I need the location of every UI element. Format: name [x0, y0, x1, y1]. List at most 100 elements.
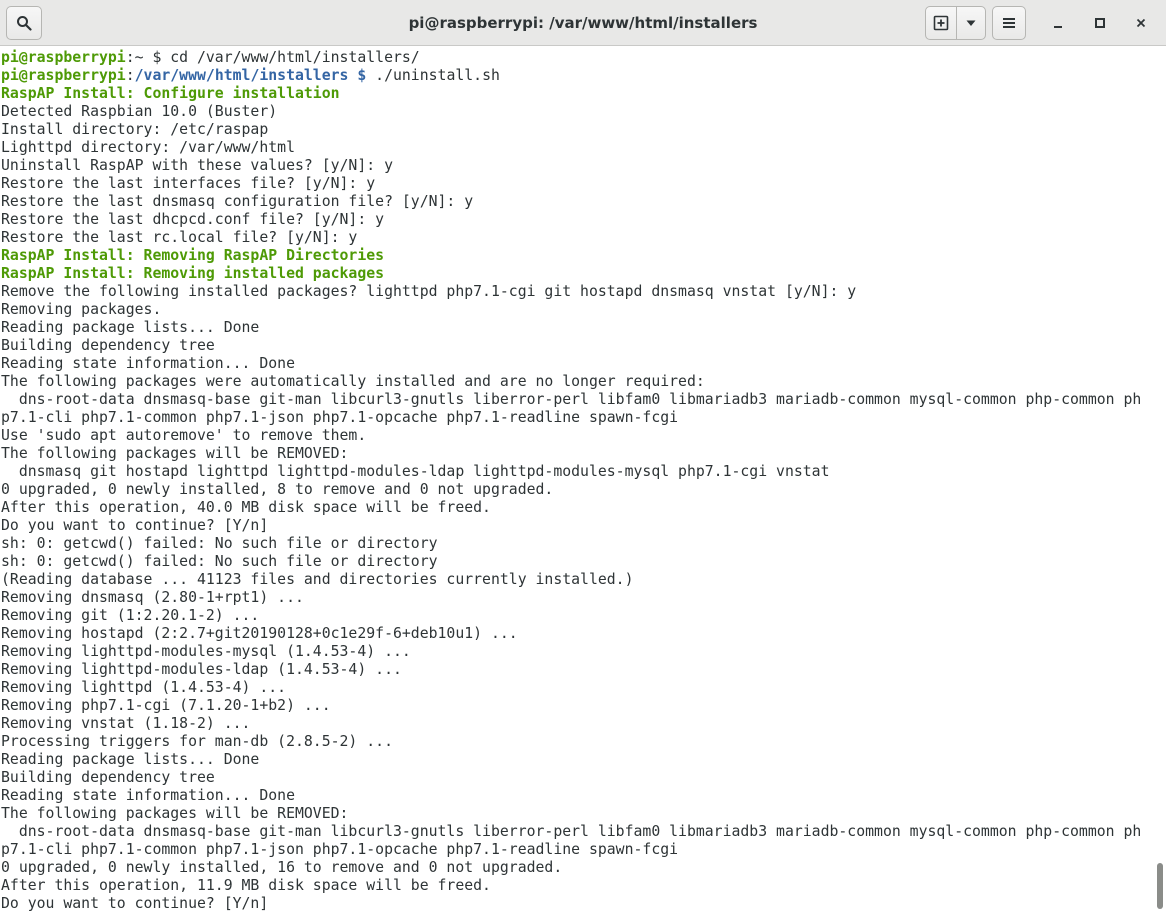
terminal-text-segment: Use 'sudo apt autoremove' to remove them… [1, 427, 367, 444]
terminal-line: Reading state information... Done [1, 787, 1154, 805]
terminal-text-segment: dnsmasq git hostapd lighttpd lighttpd-mo… [1, 463, 830, 480]
terminal-line: Remove the following installed packages?… [1, 283, 1154, 301]
terminal-text-segment: Detected Raspbian 10.0 (Buster) [1, 103, 278, 120]
search-button[interactable] [6, 6, 42, 40]
terminal-line: Building dependency tree [1, 769, 1154, 787]
maximize-button[interactable] [1083, 6, 1117, 40]
terminal-line: Removing packages. [1, 301, 1154, 319]
terminal-text-segment: RaspAP Install: Configure installation [1, 85, 340, 102]
terminal-text-segment: Reading package lists... Done [1, 751, 260, 768]
terminal-line: dns-root-data dnsmasq-base git-man libcu… [1, 391, 1154, 409]
terminal-line: RaspAP Install: Removing RaspAP Director… [1, 247, 1154, 265]
main-menu-button[interactable] [992, 6, 1026, 40]
terminal-line: p7.1-cli php7.1-common php7.1-json php7.… [1, 841, 1154, 859]
terminal-text-segment: dns-root-data dnsmasq-base git-man libcu… [1, 823, 1142, 840]
terminal-text-segment: sh: 0: getcwd() failed: No such file or … [1, 553, 438, 570]
terminal-line: (Reading database ... 41123 files and di… [1, 571, 1154, 589]
terminal-line: Lighttpd directory: /var/www/html [1, 139, 1154, 157]
terminal-line: Detected Raspbian 10.0 (Buster) [1, 103, 1154, 121]
terminal-line: pi@raspberrypi:/var/www/html/installers … [1, 67, 1154, 85]
terminal-line: RaspAP Install: Configure installation [1, 85, 1154, 103]
terminal-line: The following packages will be REMOVED: [1, 445, 1154, 463]
terminal-text-segment: Removing lighttpd-modules-ldap (1.4.53-4… [1, 661, 402, 678]
terminal-line: Restore the last interfaces file? [y/N]:… [1, 175, 1154, 193]
terminal-line: 0 upgraded, 0 newly installed, 16 to rem… [1, 859, 1154, 877]
terminal-text-segment: RaspAP Install: Removing RaspAP Director… [1, 247, 385, 264]
terminal-text-segment: Reading package lists... Done [1, 319, 260, 336]
terminal-line: Processing triggers for man-db (2.8.5-2)… [1, 733, 1154, 751]
terminal-text-segment: Building dependency tree [1, 337, 215, 354]
terminal-line: Restore the last dnsmasq configuration f… [1, 193, 1154, 211]
terminal-text-segment: dns-root-data dnsmasq-base git-man libcu… [1, 391, 1142, 408]
terminal-line: Removing lighttpd-modules-mysql (1.4.53-… [1, 643, 1154, 661]
terminal-text-segment: Restore the last dnsmasq configuration f… [1, 193, 474, 210]
terminal-line: Install directory: /etc/raspap [1, 121, 1154, 139]
terminal-text-segment: p7.1-cli php7.1-common php7.1-json php7.… [1, 409, 679, 426]
terminal-text-segment: RaspAP Install: Removing installed packa… [1, 265, 385, 282]
terminal-line: dnsmasq git hostapd lighttpd lighttpd-mo… [1, 463, 1154, 481]
terminal-text-segment: Removing php7.1-cgi (7.1.20-1+b2) ... [1, 697, 331, 714]
terminal-line: After this operation, 11.9 MB disk space… [1, 877, 1154, 895]
scrollbar-thumb[interactable] [1157, 863, 1163, 909]
terminal-line: Removing php7.1-cgi (7.1.20-1+b2) ... [1, 697, 1154, 715]
terminal-text-segment: Processing triggers for man-db (2.8.5-2)… [1, 733, 393, 750]
terminal-line: Building dependency tree [1, 337, 1154, 355]
terminal-text-segment: : [125, 67, 135, 84]
terminal-line: Use 'sudo apt autoremove' to remove them… [1, 427, 1154, 445]
terminal-line: 0 upgraded, 0 newly installed, 8 to remo… [1, 481, 1154, 499]
terminal-line: The following packages will be REMOVED: [1, 805, 1154, 823]
terminal-line: dns-root-data dnsmasq-base git-man libcu… [1, 823, 1154, 841]
terminal-line: RaspAP Install: Removing installed packa… [1, 265, 1154, 283]
terminal-line: The following packages were automaticall… [1, 373, 1154, 391]
terminal-text-segment: Remove the following installed packages?… [1, 283, 857, 300]
terminal-text-segment: Reading state information... Done [1, 787, 295, 804]
maximize-icon [1095, 18, 1105, 28]
terminal-text-segment: cd /var/www/html/installers/ [170, 49, 420, 66]
terminal-text-segment: pi@raspberrypi [1, 67, 126, 84]
terminal-text-segment: Restore the last rc.local file? [y/N]: y [1, 229, 358, 246]
minimize-icon [1054, 26, 1062, 28]
terminal-text-segment: Restore the last dhcpcd.conf file? [y/N]… [1, 211, 385, 228]
terminal-lines: pi@raspberrypi:~ $ cd /var/www/html/inst… [1, 49, 1154, 913]
terminal-window: pi@raspberrypi: /var/www/html/installers [0, 0, 1166, 913]
header-bar: pi@raspberrypi: /var/www/html/installers [0, 0, 1166, 46]
terminal-text-segment: Install directory: /etc/raspap [1, 121, 269, 138]
terminal-line: Removing git (1:2.20.1-2) ... [1, 607, 1154, 625]
terminal-line: Removing lighttpd-modules-ldap (1.4.53-4… [1, 661, 1154, 679]
terminal-text-segment: Building dependency tree [1, 769, 215, 786]
terminal-text-segment: 0 upgraded, 0 newly installed, 16 to rem… [1, 859, 563, 876]
search-icon [17, 16, 32, 31]
new-tab-button[interactable] [925, 6, 957, 40]
terminal-line: sh: 0: getcwd() failed: No such file or … [1, 553, 1154, 571]
terminal-text-segment: Removing lighttpd-modules-mysql (1.4.53-… [1, 643, 411, 660]
terminal-line: Uninstall RaspAP with these values? [y/N… [1, 157, 1154, 175]
minimize-button[interactable] [1041, 6, 1075, 40]
close-button[interactable] [1124, 6, 1158, 40]
terminal-text-segment: p7.1-cli php7.1-common php7.1-json php7.… [1, 841, 679, 858]
terminal-text-segment: /var/www/html/installers $ [134, 67, 367, 84]
terminal-text-segment: Removing git (1:2.20.1-2) ... [1, 607, 260, 624]
scrollbar[interactable] [1154, 47, 1166, 913]
terminal-line: Removing vnstat (1.18-2) ... [1, 715, 1154, 733]
terminal-text-segment: After this operation, 11.9 MB disk space… [1, 877, 491, 894]
terminal-text-segment: sh: 0: getcwd() failed: No such file or … [1, 535, 438, 552]
terminal-text-segment: The following packages will be REMOVED: [1, 445, 349, 462]
terminal-text-segment: :~ $ [125, 49, 171, 66]
terminal-text-segment: Restore the last interfaces file? [y/N]:… [1, 175, 376, 192]
tab-menu-button[interactable] [956, 6, 986, 40]
terminal-output[interactable]: pi@raspberrypi:~ $ cd /var/www/html/inst… [0, 47, 1154, 913]
terminal-text-segment: Removing hostapd (2:2.7+git20190128+0c1e… [1, 625, 518, 642]
terminal-line: Reading package lists... Done [1, 319, 1154, 337]
terminal-line: Restore the last dhcpcd.conf file? [y/N]… [1, 211, 1154, 229]
terminal-text-segment: Removing lighttpd (1.4.53-4) ... [1, 679, 287, 696]
terminal-line: pi@raspberrypi:~ $ cd /var/www/html/inst… [1, 49, 1154, 67]
chevron-down-icon [966, 20, 976, 26]
terminal-line: p7.1-cli php7.1-common php7.1-json php7.… [1, 409, 1154, 427]
terminal-text-segment: ./uninstall.sh [366, 67, 500, 84]
terminal-text-segment: pi@raspberrypi [1, 49, 126, 66]
terminal-line: Removing dnsmasq (2.80-1+rpt1) ... [1, 589, 1154, 607]
terminal-line: Restore the last rc.local file? [y/N]: y [1, 229, 1154, 247]
terminal-line: Removing hostapd (2:2.7+git20190128+0c1e… [1, 625, 1154, 643]
terminal-line: Do you want to continue? [Y/n] [1, 895, 1154, 913]
terminal-text-segment: 0 upgraded, 0 newly installed, 8 to remo… [1, 481, 554, 498]
